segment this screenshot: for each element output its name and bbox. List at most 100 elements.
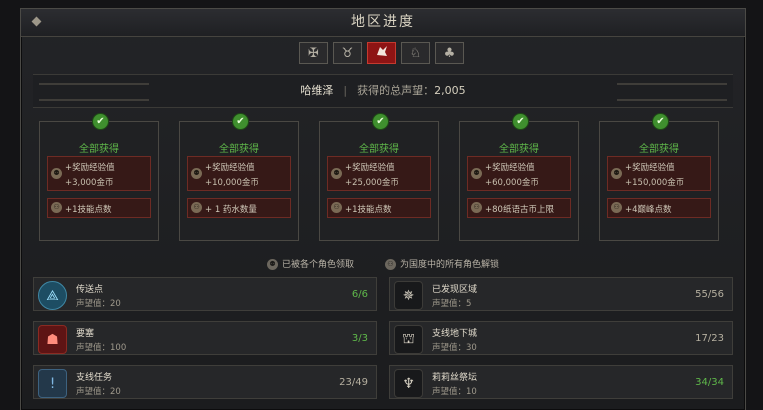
gold-reward-label: +3,000金币 [65,178,114,188]
stat-renown: 声望值：20 [76,299,121,309]
account-reward: ⚇ +1技能点数 [327,198,431,218]
xp-reward-label: +奖励经验值 [345,163,395,173]
tab-region-1[interactable]: ✠ [299,42,328,64]
tier-status: 全部获得 [219,144,259,155]
reward-tier-card[interactable]: ✔ 全部获得 ⚉ +奖励经验值 +25,000金币 ⚇ +1技能点数 [319,113,439,241]
tier-status: 全部获得 [499,144,539,155]
per-character-icon: ⚉ [191,167,202,179]
stat-renown: 声望值：30 [432,343,477,353]
tier-status: 全部获得 [359,144,399,155]
stat-strongholds[interactable]: ☗ 要塞 声望值：100 3/3 [33,321,377,355]
gold-reward-label: +150,000金币 [625,178,685,188]
per-character-icon: ⚉ [51,167,62,179]
legend-account-wide: ⚇ 为国度中的所有角色解锁 [384,259,499,270]
stat-renown: 声望值：5 [432,299,472,309]
tab-region-4[interactable]: ♘ [401,42,430,64]
ornate-cross-icon: ✠ [308,45,319,61]
account-reward-label: +1技能点数 [345,205,392,215]
checkmark-icon: ✔ [92,113,109,130]
account-wide-icon: ⚇ [51,202,62,213]
account-reward-label: +80纸语古币上限 [485,205,554,215]
xp-gold-reward: ⚉ +奖励经验值 +150,000金币 [607,156,711,191]
reward-tier-card[interactable]: ✔ 全部获得 ⚉ +奖励经验值 +3,000金币 ⚇ +1技能点数 [39,113,159,241]
stat-name: 支线地下城 [432,329,478,339]
stat-name: 莉莉丝祭坛 [432,373,478,383]
renown-rewards: ✔ 全部获得 ⚉ +奖励经验值 +3,000金币 ⚇ +1技能点数 ✔ 全部获得… [39,113,729,253]
reward-tier-card[interactable]: ✔ 全部获得 ⚉ +奖励经验值 +10,000金币 ⚇ + 1 药水数量 [179,113,299,241]
xp-gold-reward: ⚉ +奖励经验值 +25,000金币 [327,156,431,191]
checkmark-icon: ✔ [652,113,669,130]
stat-renown: 声望值：20 [76,387,121,397]
account-reward-label: + 1 药水数量 [205,205,257,215]
stat-name: 要塞 [76,329,95,339]
stat-name: 支线任务 [76,373,113,383]
checkmark-icon: ✔ [372,113,389,130]
gold-reward-label: +60,000金币 [485,178,539,188]
account-wide-icon: ⚇ [191,202,202,213]
renown-categories: ⟁ 传送点 声望值：20 6/6 ☗ 要塞 声望值：100 3/3 ! 支线任务… [33,277,733,407]
goat-skull-icon: ♉ [341,45,354,61]
stat-side-dungeons[interactable]: ⛫ 支线地下城 声望值：30 17/23 [389,321,733,355]
account-wide-icon: ⚇ [331,202,342,213]
dungeon-gate-icon: ⛫ [394,325,423,354]
lilith-altar-icon: ♆ [394,369,423,398]
beast-head-icon: ♘ [409,45,422,61]
stat-areas-discovered[interactable]: ✵ 已发现区域 声望值：5 55/56 [389,277,733,311]
stat-count: 23/49 [339,377,368,388]
per-character-icon: ⚉ [331,167,342,179]
account-reward: ⚇ +80纸语古币上限 [467,198,571,218]
account-reward-label: +1技能点数 [65,205,112,215]
banner-text: 哈维泽 | 获得的总声望：2,005 [33,75,733,107]
gold-reward-label: +25,000金币 [345,178,399,188]
xp-reward-label: +奖励经验值 [625,163,675,173]
reward-legend: ⚉ 已被各个角色领取 ⚇ 为国度中的所有角色解锁 [21,257,745,270]
account-wide-icon: ⚇ [611,202,622,213]
window-title: 地区进度 [351,14,415,30]
account-reward-label: +4巅峰点数 [625,205,672,215]
checkmark-icon: ✔ [512,113,529,130]
account-wide-icon: ⚇ [471,202,482,213]
stat-renown: 声望值：10 [432,387,477,397]
banner-separator: | [343,84,348,97]
xp-reward-label: +奖励经验值 [485,163,535,173]
tab-region-5[interactable]: ♣ [435,42,464,64]
account-reward: ⚇ + 1 药水数量 [187,198,291,218]
xp-gold-reward: ⚉ +奖励经验值 +10,000金币 [187,156,291,191]
account-wide-icon: ⚇ [384,259,396,270]
legend-per-character: ⚉ 已被各个角色领取 [267,259,357,270]
account-reward: ⚇ +1技能点数 [47,198,151,218]
account-reward: ⚇ +4巅峰点数 [607,198,711,218]
compass-icon: ✵ [394,281,423,310]
stat-lilith-altars[interactable]: ♆ 莉莉丝祭坛 声望值：10 34/34 [389,365,733,399]
checkmark-icon: ✔ [232,113,249,130]
per-character-icon: ⚉ [471,167,482,179]
stat-count: 6/6 [351,289,368,300]
title-diamond-icon [31,16,42,27]
reward-tier-card[interactable]: ✔ 全部获得 ⚉ +奖励经验值 +150,000金币 ⚇ +4巅峰点数 [599,113,719,241]
stat-waypoints[interactable]: ⟁ 传送点 声望值：20 6/6 [33,277,377,311]
quest-icon: ! [38,369,67,398]
total-renown-label: 获得的总声望： [357,84,435,97]
dragon-head-icon [375,44,389,62]
stat-side-quests[interactable]: ! 支线任务 声望值：20 23/49 [33,365,377,399]
waypoint-icon: ⟁ [38,281,67,310]
stat-count: 17/23 [695,333,724,344]
region-name: 哈维泽 [300,84,334,97]
stat-name: 传送点 [76,285,104,295]
stat-count: 34/34 [695,377,724,388]
legend-per-character-text: 已被各个角色领取 [282,260,355,270]
legend-account-wide-text: 为国度中的所有角色解锁 [399,260,499,270]
per-character-icon: ⚉ [611,167,622,179]
tab-region-3[interactable] [367,42,396,64]
xp-gold-reward: ⚉ +奖励经验值 +60,000金币 [467,156,571,191]
tier-status: 全部获得 [639,144,679,155]
title-bar: 地区进度 [21,9,745,37]
reward-tier-card[interactable]: ✔ 全部获得 ⚉ +奖励经验值 +60,000金币 ⚇ +80纸语古币上限 [459,113,579,241]
tree-icon: ♣ [443,45,456,61]
stat-count: 3/3 [351,333,368,344]
tab-region-2[interactable]: ♉ [333,42,362,64]
stronghold-icon: ☗ [38,325,67,354]
per-character-icon: ⚉ [267,259,279,270]
total-renown-value: 2,005 [434,84,466,97]
xp-reward-label: +奖励经验值 [65,163,115,173]
